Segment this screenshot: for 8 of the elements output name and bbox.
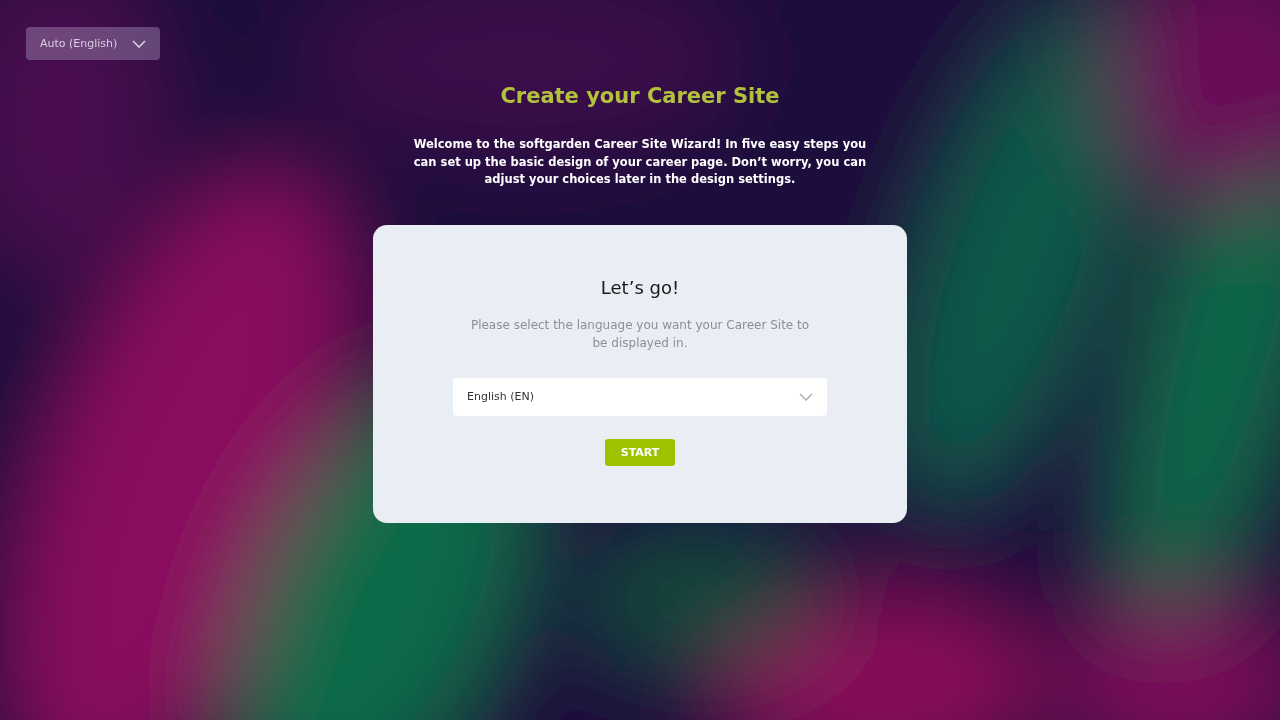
intro-text: Welcome to the softgarden Career Site Wizard! In five easy steps you can set up the basic design of your career page. Don’t worry, you can adjust your choices later in the design settings. (412, 136, 868, 188)
chevron-down-icon (799, 392, 813, 401)
chevron-down-icon (132, 39, 146, 48)
card-description: Please select the language you want your Career Site to be displayed in. (469, 316, 811, 352)
language-dropdown[interactable]: Auto (English) (26, 27, 160, 60)
page-title: Create your Career Site (500, 84, 780, 108)
language-select[interactable]: English (EN) (453, 377, 827, 416)
card-heading: Let’s go! (600, 276, 680, 298)
